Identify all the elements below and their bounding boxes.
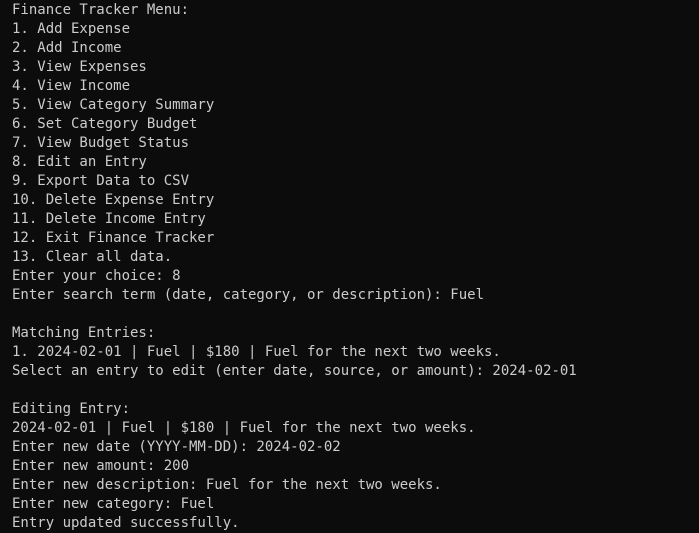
select-entry-prompt: Select an entry to edit (enter date, sou… — [12, 363, 577, 379]
menu-item-export-csv: 9. Export Data to CSV — [12, 173, 190, 189]
menu-title: Finance Tracker Menu: — [12, 2, 190, 18]
search-prompt: Enter search term (date, category, or de… — [12, 287, 485, 303]
menu-item-exit: 12. Exit Finance Tracker — [12, 230, 215, 246]
new-description-prompt: Enter new description: Fuel for the next… — [12, 477, 442, 493]
terminal-window[interactable]: Finance Tracker Menu: 1. Add Expense 2. … — [0, 0, 699, 533]
matching-entry: 1. 2024-02-01 | Fuel | $180 | Fuel for t… — [12, 344, 501, 360]
terminal-output: Finance Tracker Menu: 1. Add Expense 2. … — [12, 0, 699, 533]
menu-item-view-budget-status: 7. View Budget Status — [12, 135, 190, 151]
matching-entries-heading: Matching Entries: — [12, 325, 156, 341]
menu-item-view-income: 4. View Income — [12, 78, 131, 94]
menu-item-clear-data: 13. Clear all data. — [12, 249, 173, 265]
editing-entry-detail: 2024-02-01 | Fuel | $180 | Fuel for the … — [12, 420, 476, 436]
menu-item-set-category-budget: 6. Set Category Budget — [12, 116, 198, 132]
menu-item-view-expenses: 3. View Expenses — [12, 59, 147, 75]
menu-item-edit-entry: 8. Edit an Entry — [12, 154, 147, 170]
success-message: Entry updated successfully. — [12, 515, 240, 531]
menu-item-delete-income: 11. Delete Income Entry — [12, 211, 206, 227]
choice-prompt: Enter your choice: 8 — [12, 268, 181, 284]
menu-item-add-expense: 1. Add Expense — [12, 21, 131, 37]
new-category-prompt: Enter new category: Fuel — [12, 496, 215, 512]
new-date-prompt: Enter new date (YYYY-MM-DD): 2024-02-02 — [12, 439, 341, 455]
editing-entry-heading: Editing Entry: — [12, 401, 131, 417]
menu-item-view-category-summary: 5. View Category Summary — [12, 97, 215, 113]
new-amount-prompt: Enter new amount: 200 — [12, 458, 190, 474]
menu-item-delete-expense: 10. Delete Expense Entry — [12, 192, 215, 208]
menu-item-add-income: 2. Add Income — [12, 40, 122, 56]
